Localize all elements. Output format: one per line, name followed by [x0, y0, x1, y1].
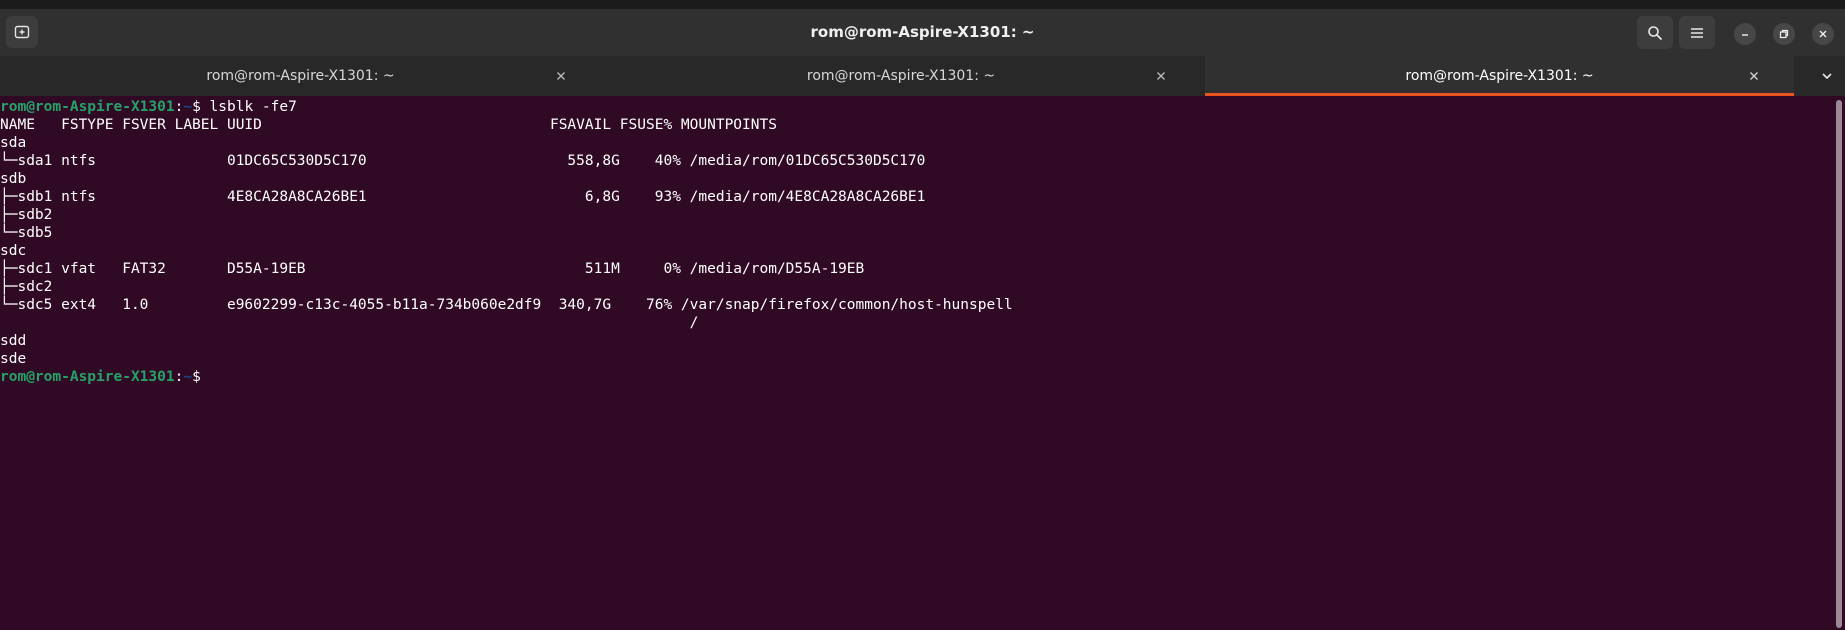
tab-close-button[interactable]: [1747, 69, 1761, 83]
output-line: sde: [0, 351, 27, 367]
output-line: NAME FSTYPE FSVER LABEL UUID FSAVAIL FSU…: [0, 117, 777, 133]
terminal-scrollbar[interactable]: [1836, 100, 1842, 628]
prompt-line: rom@rom-Aspire-X1301:~$: [0, 368, 1832, 386]
search-icon: [1648, 25, 1662, 40]
prompt-line: rom@rom-Aspire-X1301:~$ lsblk -fe7: [0, 98, 1832, 116]
output-line: sdd: [0, 333, 27, 349]
restore-icon: [1779, 29, 1789, 39]
tab-3[interactable]: rom@rom-Aspire-X1301: ~: [1205, 56, 1794, 96]
tab-bar: rom@rom-Aspire-X1301: ~ rom@rom-Aspire-X…: [0, 56, 1845, 96]
tab-label: rom@rom-Aspire-X1301: ~: [1405, 68, 1594, 84]
command-text: lsblk -fe7: [200, 99, 297, 115]
menu-button[interactable]: [1679, 16, 1715, 49]
window-title: rom@rom-Aspire-X1301: ~: [810, 23, 1035, 41]
output-line: sdb: [0, 171, 27, 187]
output-line: └─sdc5 ext4 1.0 e9602299-c13c-4055-b11a-…: [0, 297, 1013, 313]
chevron-down-icon: [1821, 73, 1832, 80]
tab-label: rom@rom-Aspire-X1301: ~: [206, 68, 395, 84]
tab-2[interactable]: rom@rom-Aspire-X1301: ~: [601, 56, 1201, 96]
tabs-dropdown-button[interactable]: [1808, 56, 1845, 96]
search-button[interactable]: [1637, 16, 1673, 49]
tab-close-button[interactable]: [1154, 69, 1168, 83]
tab-label: rom@rom-Aspire-X1301: ~: [806, 68, 996, 84]
output-line: └─sda1 ntfs 01DC65C530D5C170 558,8G 40% …: [0, 153, 926, 169]
tab-close-button[interactable]: [554, 69, 568, 83]
top-system-bar: [0, 0, 1845, 9]
terminal-output[interactable]: rom@rom-Aspire-X1301:~$ lsblk -fe7 NAME F…: [0, 98, 1832, 630]
output-line: ├─sdc1 vfat FAT32 D55A-19EB 511M 0% /med…: [0, 261, 865, 277]
prompt-path: ~: [183, 99, 193, 115]
prompt-user: rom@rom-Aspire-X1301: [0, 369, 175, 385]
output-line: ├─sdb2: [0, 207, 53, 223]
close-icon: [557, 72, 565, 80]
maximize-button[interactable]: [1773, 23, 1795, 45]
output-line: ├─sdc2: [0, 279, 53, 295]
tab-1[interactable]: rom@rom-Aspire-X1301: ~: [0, 56, 601, 96]
prompt-path: ~: [183, 369, 193, 385]
output-line: ├─sdb1 ntfs 4E8CA28A8CA26BE1 6,8G 93% /m…: [0, 189, 926, 205]
prompt-user: rom@rom-Aspire-X1301: [0, 99, 175, 115]
output-line: /: [0, 315, 699, 331]
close-icon: [1819, 30, 1827, 38]
header-bar: rom@rom-Aspire-X1301: ~: [0, 9, 1845, 56]
output-line: sdc: [0, 243, 27, 259]
active-tab-indicator: [1205, 93, 1794, 96]
close-window-button[interactable]: [1812, 23, 1834, 45]
minimize-icon: [1742, 34, 1748, 36]
close-icon: [1157, 72, 1165, 80]
prompt-symbol: $: [192, 369, 201, 385]
hamburger-menu-icon: [1691, 27, 1703, 38]
close-icon: [1750, 72, 1758, 80]
minimize-button[interactable]: [1734, 23, 1756, 45]
output-line: └─sdb5: [0, 225, 53, 241]
prompt-symbol: $: [192, 99, 201, 115]
output-line: sda: [0, 135, 27, 151]
